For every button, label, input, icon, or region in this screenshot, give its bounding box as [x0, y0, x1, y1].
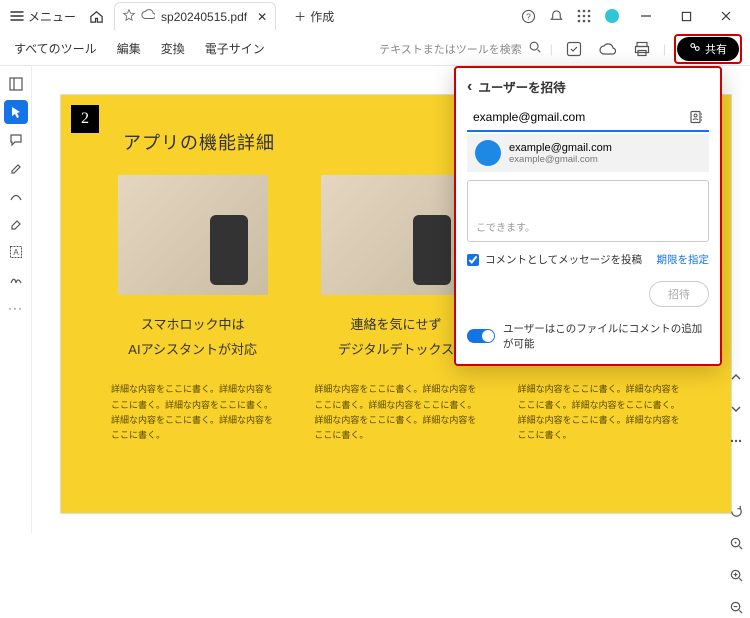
feature-column: スマホロック中は AIアシスタントが対応 詳細な内容をここに書く。詳細な内容をこ…: [111, 175, 274, 444]
more-tools[interactable]: ···: [4, 296, 28, 320]
allow-comments-toggle[interactable]: [467, 329, 495, 343]
create-label: 作成: [310, 8, 334, 25]
esign-button[interactable]: 電子サイン: [199, 36, 271, 61]
convert-button[interactable]: 変換: [155, 36, 191, 61]
workspace: A ··· 2 アプリの機能詳細 スマホロック中は AIアシスタントが対応 詳細…: [0, 66, 750, 533]
allow-comments-label: ユーザーはこのファイルにコメントの追加が可能: [503, 321, 709, 351]
share-back-button[interactable]: ‹: [467, 79, 472, 95]
zoom-out-button[interactable]: [725, 596, 747, 618]
highlight-tool[interactable]: [4, 156, 28, 180]
feature-description: 詳細な内容をここに書く。詳細な内容をここに書く。詳細な内容をここに書く。詳細な内…: [111, 382, 274, 443]
account-avatar[interactable]: [598, 2, 626, 30]
address-book-icon[interactable]: [687, 108, 705, 126]
document-tab[interactable]: sp20240515.pdf ✕: [114, 2, 276, 30]
invite-message-trailing: こできます。: [476, 223, 535, 234]
apps-grid-button[interactable]: [570, 2, 598, 30]
page-up-button[interactable]: [725, 366, 747, 388]
help-button[interactable]: ?: [514, 2, 542, 30]
rotate-button[interactable]: [725, 500, 747, 522]
feature-description: 詳細な内容をここに書く。詳細な内容をここに書く。詳細な内容をここに書く。詳細な内…: [518, 382, 681, 443]
window-controls: [626, 0, 746, 32]
all-tools-button[interactable]: すべてのツール: [8, 36, 103, 61]
post-as-comment-label: コメントとしてメッセージを投稿: [485, 252, 642, 267]
zoom-reset-button[interactable]: [725, 532, 747, 554]
email-suggestion[interactable]: example@gmail.com example@gmail.com: [467, 134, 709, 172]
invite-message-box[interactable]: こできます。: [467, 180, 709, 242]
select-tool[interactable]: [4, 100, 28, 124]
feature-image: [321, 175, 471, 295]
share-panel-title: ユーザーを招待: [478, 77, 565, 96]
share-button[interactable]: 共有: [677, 37, 739, 61]
right-toolstrip: [724, 366, 748, 618]
search-icon: [528, 40, 542, 57]
titlebar: メニュー sp20240515.pdf ✕ ＋ 作成 ?: [0, 0, 750, 32]
avatar: [475, 140, 501, 166]
svg-text:?: ?: [526, 11, 531, 21]
search-placeholder: テキストまたはツールを検索: [379, 41, 522, 57]
suggestion-name: example@gmail.com: [509, 142, 612, 154]
feature-description: 詳細な内容をここに書く。詳細な内容をここに書く。詳細な内容をここに書く。詳細な内…: [314, 382, 477, 443]
share-button-highlight: 共有: [674, 34, 742, 64]
sign-tool[interactable]: [4, 268, 28, 292]
section-number-badge: 2: [71, 105, 99, 133]
suggestion-email: example@gmail.com: [509, 154, 612, 165]
svg-text:A: A: [13, 248, 19, 257]
erase-tool[interactable]: [4, 212, 28, 236]
main-menu-button[interactable]: メニュー: [4, 4, 82, 29]
feature-heading: 連絡を気にせず デジタルデトックス: [338, 313, 454, 362]
feature-heading: スマホロック中は AIアシスタントが対応: [128, 313, 257, 362]
search-field[interactable]: テキストまたはツールを検索: [379, 40, 542, 57]
panel-toggle-button[interactable]: [4, 72, 28, 96]
cloud-icon: [141, 9, 155, 24]
page-down-button[interactable]: [725, 398, 747, 420]
invite-button[interactable]: 招待: [649, 281, 709, 307]
tab-title: sp20240515.pdf: [161, 10, 247, 24]
plus-icon: ＋: [294, 8, 306, 25]
share-panel-header: ‹ ユーザーを招待: [467, 77, 709, 96]
window-minimize[interactable]: [626, 0, 666, 32]
tab-close-button[interactable]: ✕: [253, 8, 271, 26]
save-to-cloud-button[interactable]: [595, 36, 621, 62]
print-button[interactable]: [629, 36, 655, 62]
draw-tool[interactable]: [4, 184, 28, 208]
text-tool[interactable]: A: [4, 240, 28, 264]
share-panel: ‹ ユーザーを招待 example@gmail.com example@gmai…: [454, 66, 722, 366]
post-as-comment-input[interactable]: [467, 254, 479, 266]
edit-button[interactable]: 編集: [111, 36, 147, 61]
secondary-toolbar: すべてのツール 編集 変換 電子サイン テキストまたはツールを検索 | | 共有: [0, 32, 750, 66]
create-button[interactable]: ＋ 作成: [284, 4, 344, 29]
star-icon[interactable]: [123, 9, 135, 24]
zoom-in-button[interactable]: [725, 564, 747, 586]
invite-email-input[interactable]: [467, 104, 709, 132]
feature-image: [118, 175, 268, 295]
post-as-comment-checkbox[interactable]: コメントとしてメッセージを投稿: [467, 252, 642, 267]
page-nav-button[interactable]: [725, 430, 747, 452]
notification-button[interactable]: [542, 2, 570, 30]
left-toolstrip: A ···: [0, 66, 32, 533]
main-menu-label: メニュー: [28, 8, 76, 25]
comment-tool[interactable]: [4, 128, 28, 152]
share-icon: [689, 41, 701, 56]
window-maximize[interactable]: [666, 0, 706, 32]
share-label: 共有: [705, 41, 727, 57]
set-deadline-link[interactable]: 期限を指定: [657, 252, 710, 267]
home-button[interactable]: [82, 2, 110, 30]
ai-assistant-button[interactable]: [561, 36, 587, 62]
window-close[interactable]: [706, 0, 746, 32]
